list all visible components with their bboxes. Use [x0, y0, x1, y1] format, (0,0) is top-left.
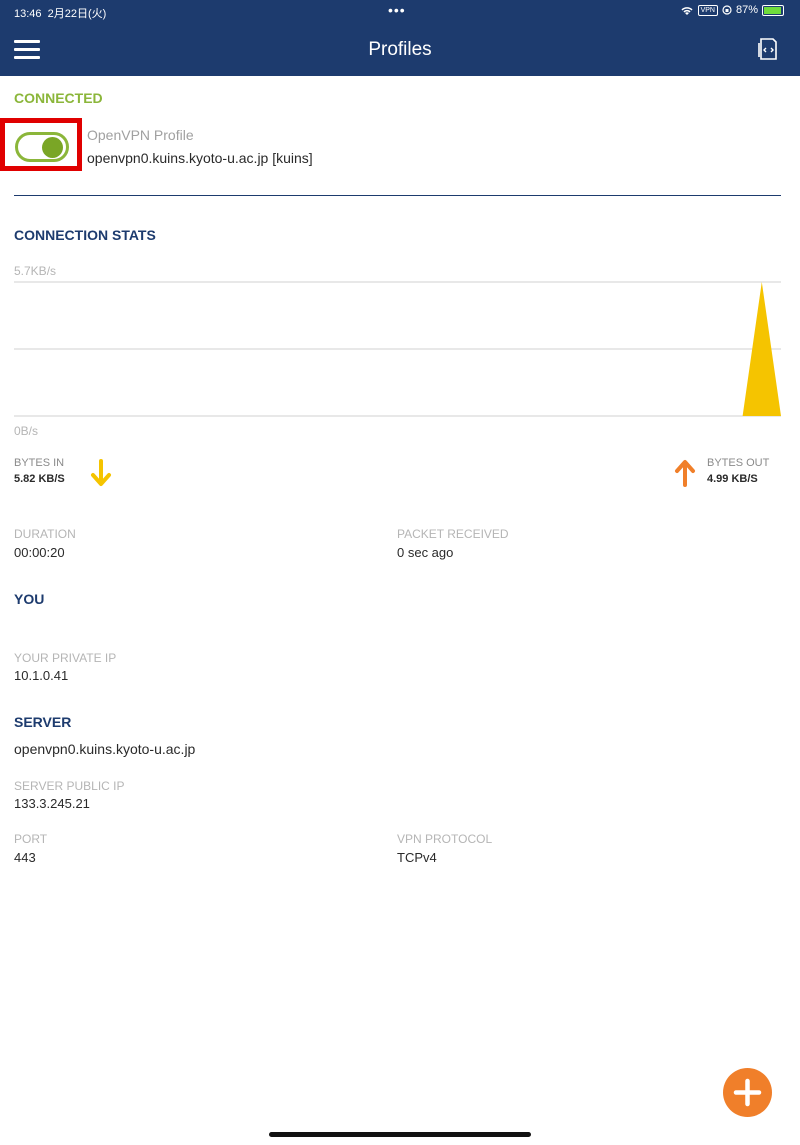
plus-icon [733, 1078, 762, 1107]
bytes-out-value: 4.99 KB/S [707, 473, 758, 485]
private-ip-label: YOUR PRIVATE IP [14, 651, 117, 665]
page-title: Profiles [368, 39, 432, 60]
add-profile-button[interactable] [723, 1068, 772, 1117]
profile-type: OpenVPN Profile [87, 127, 194, 143]
vpn-badge: VPN [697, 4, 718, 16]
navigation-bar: Profiles [0, 24, 800, 76]
toggle-knob [42, 137, 63, 158]
bytes-out-label: BYTES OUT [707, 457, 770, 469]
server-hostname: openvpn0.kuins.kyoto-u.ac.jp [14, 741, 196, 757]
port-value: 443 [14, 850, 36, 865]
bytes-in-value: 5.82 KB/S [14, 473, 65, 485]
vpn-protocol-label: VPN PROTOCOL [397, 832, 493, 846]
wifi-icon [681, 6, 693, 15]
chart-ylabel-top: 5.7KB/s [14, 264, 56, 278]
home-indicator[interactable] [269, 1132, 531, 1137]
import-profile-icon[interactable] [757, 37, 779, 61]
battery-percent: 87% [735, 4, 758, 16]
toggle-highlight [0, 118, 82, 171]
multitasking-dots-icon[interactable]: ••• [388, 2, 406, 18]
duration-value: 00:00:20 [14, 545, 65, 560]
status-date: 2月22日(火) [47, 8, 107, 20]
arrow-down-icon [91, 459, 111, 486]
bytes-in-label: BYTES IN [14, 457, 65, 469]
vpn-protocol-value: TCPv4 [397, 850, 437, 865]
orientation-lock-icon [722, 5, 732, 15]
you-section-title: YOU [14, 591, 45, 607]
port-label: PORT [14, 832, 48, 846]
status-time: 13:46 2月22日(火) [14, 8, 107, 20]
connected-status-label: CONNECTED [14, 90, 103, 106]
connection-stats-title: CONNECTION STATS [14, 227, 156, 243]
private-ip-value: 10.1.0.41 [14, 668, 69, 683]
battery-icon [762, 4, 784, 16]
traffic-chart: 5.7KB/s 0B/s [14, 264, 781, 438]
arrow-up-icon [675, 460, 695, 487]
duration-label: DURATION [14, 527, 76, 541]
chart-ylabel-bottom: 0B/s [14, 424, 38, 438]
vpn-connection-toggle[interactable] [15, 132, 69, 162]
server-public-ip-label: SERVER PUBLIC IP [14, 779, 125, 793]
server-public-ip-value: 133.3.245.21 [14, 796, 90, 811]
status-right: VPN 87% [680, 4, 784, 16]
packet-received-value: 0 sec ago [397, 545, 454, 560]
server-section-title: SERVER [14, 714, 72, 730]
packet-received-label: PACKET RECEIVED [397, 527, 509, 541]
status-bar: 13:46 2月22日(火) ••• VPN 87% [0, 0, 800, 24]
section-divider [14, 195, 781, 196]
profile-host: openvpn0.kuins.kyoto-u.ac.jp [kuins] [87, 150, 313, 166]
